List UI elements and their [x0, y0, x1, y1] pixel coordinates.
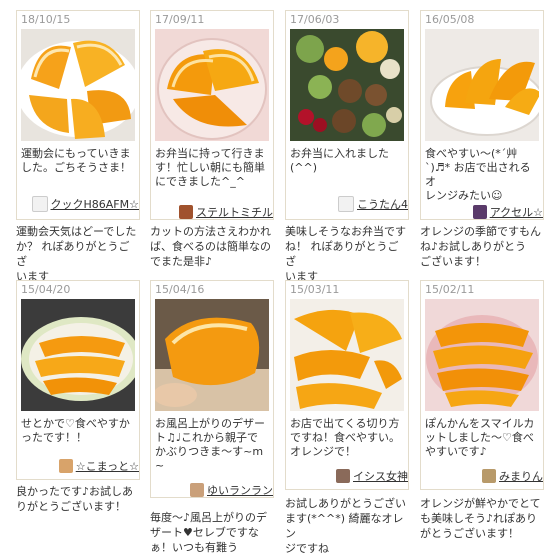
user-photo-icon — [472, 205, 487, 219]
user-name-link[interactable]: ステルトミチル — [196, 204, 273, 220]
report-card[interactable]: 15/04/16 お風呂上がりのデザー ト♫♩これから親子で かぶりつきま〜す~… — [150, 280, 274, 498]
author-reply: お試しありがとうござい ます(*^^*) 綺麗なオレン ジですね — [285, 497, 406, 555]
report-photo[interactable] — [290, 299, 404, 411]
report-photo[interactable] — [21, 299, 135, 411]
user-photo-icon — [58, 459, 73, 473]
report-date: 18/10/15 — [21, 13, 71, 26]
report-card[interactable]: 15/03/11 お店で出てくる切り方 ですね！食べやすい。 オレンジで！ イシ… — [285, 280, 409, 490]
report-card[interactable]: 18/10/15 運動会にもっていきま した。ごちそうさま！ クックH86AFM… — [16, 10, 140, 220]
user-name-link[interactable]: ☆こまっと☆ — [76, 458, 139, 474]
user-name-link[interactable]: イシス女神 — [353, 468, 408, 484]
report-caption: お店で出てくる切り方 ですね！食べやすい。 オレンジで！ — [290, 417, 400, 458]
tsukurepo-grid: 18/10/15 運動会にもっていきま した。ごちそうさま！ クックH86AFM… — [0, 0, 560, 560]
report-photo[interactable] — [425, 299, 539, 411]
user-photo-icon — [336, 469, 350, 483]
author-reply: オレンジが鮮やかでとて も美味しそう♪れぽあり がとうございます！ — [420, 497, 541, 540]
report-photo[interactable] — [21, 29, 135, 141]
user-photo-icon — [190, 483, 204, 497]
report-caption: ぽんかんをスマイルカ ットしました〜♡食べ やすいです♪ — [425, 417, 535, 458]
report-caption: お弁当に入れました (^^) — [290, 147, 389, 174]
report-date: 17/09/11 — [155, 13, 205, 26]
report-user[interactable]: クックH86AFM☆ — [21, 195, 139, 213]
report-user[interactable]: ☆こまっと☆ — [21, 457, 139, 475]
report-card[interactable]: 15/04/20 せとかで♡食べやすか ったです！！ ☆こまっと☆ — [16, 280, 140, 480]
author-reply: オレンジの季節ですもん ね♪お試しありがとう ございます！ — [420, 225, 541, 268]
user-name-link[interactable]: みまりん — [499, 468, 543, 484]
report-user[interactable]: イシス女神 — [290, 467, 408, 485]
report-date: 15/04/20 — [21, 283, 71, 296]
report-photo[interactable] — [155, 29, 269, 141]
author-reply: カットの方法さえわかれ ば、食べるのは簡単なの でまた是非♪ — [150, 225, 271, 268]
report-photo[interactable] — [425, 29, 539, 141]
report-card[interactable]: 17/06/03 お弁当に入れました (^^) こうたん4 — [285, 10, 409, 220]
user-photo-icon — [482, 469, 496, 483]
report-caption: お風呂上がりのデザー ト♫♩これから親子で かぶりつきま〜す~m ~ — [155, 417, 265, 472]
report-photo[interactable] — [155, 299, 269, 411]
report-date: 15/04/16 — [155, 283, 205, 296]
report-user[interactable]: こうたん4 — [290, 195, 408, 213]
author-reply: 良かったです♪お試しあ りがとうございます！ — [16, 485, 134, 513]
chef-hat-icon — [338, 196, 354, 212]
report-user[interactable]: みまりん — [425, 467, 543, 485]
report-user[interactable]: ステルトミチル — [155, 203, 273, 221]
chef-hat-icon — [31, 196, 48, 212]
report-date: 16/05/08 — [425, 13, 475, 26]
user-name-link[interactable]: クックH86AFM☆ — [51, 196, 139, 212]
author-reply: 運動会天気はどーでした か？ れぽありがとうござ います — [16, 225, 137, 283]
report-card[interactable]: 15/02/11 ぽんかんをスマイルカ ットしました〜♡食べ やすいです♪ みま… — [420, 280, 544, 490]
author-reply: 毎度〜♪風呂上がりのデ ザート♥セレブですな ぁ！いつも有難う — [150, 511, 268, 554]
report-photo[interactable] — [290, 29, 404, 141]
report-caption: お弁当に持って行きま す！忙しい朝にも簡単 にできました^_^ — [155, 147, 265, 188]
user-name-link[interactable]: アクセル☆ — [490, 204, 543, 220]
report-card[interactable]: 17/09/11 お弁当に持って行きま す！忙しい朝にも簡単 にできました^_^… — [150, 10, 274, 220]
report-caption: せとかで♡食べやすか ったです！！ — [21, 417, 130, 444]
author-reply: 美味しそうなお弁当です ね！ れぽありがとうござ います — [285, 225, 406, 283]
user-name-link[interactable]: ゆいランラン — [207, 482, 273, 498]
user-name-link[interactable]: こうたん4 — [357, 196, 408, 212]
report-caption: 食べやすい〜(*´艸 `)♬* お店で出されるオ レンジみたい☺ — [425, 147, 531, 202]
report-date: 17/06/03 — [290, 13, 340, 26]
report-user[interactable]: アクセル☆ — [425, 203, 543, 221]
report-card[interactable]: 16/05/08 食べやすい〜(*´艸 `)♬* お店で出されるオ レンジみたい… — [420, 10, 544, 220]
report-caption: 運動会にもっていきま した。ごちそうさま！ — [21, 147, 131, 174]
report-date: 15/03/11 — [290, 283, 340, 296]
report-user[interactable]: ゆいランラン — [155, 481, 273, 499]
user-photo-icon — [179, 205, 193, 219]
report-date: 15/02/11 — [425, 283, 475, 296]
